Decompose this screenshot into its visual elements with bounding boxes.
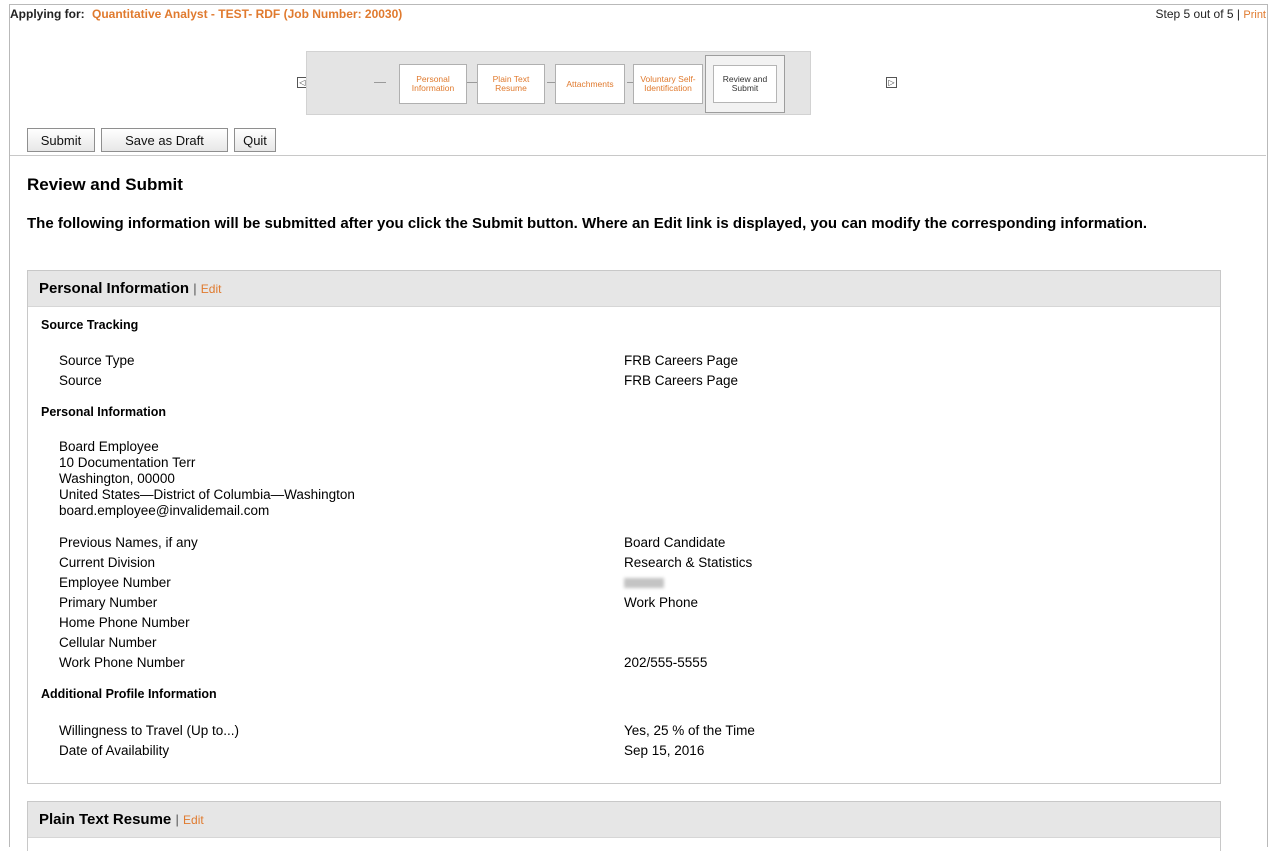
job-title: Quantitative Analyst - TEST- RDF (Job Nu… bbox=[92, 7, 403, 21]
address-line: United States—District of Columbia—Washi… bbox=[59, 487, 355, 502]
field-label: Primary Number bbox=[59, 595, 158, 610]
address-line: 10 Documentation Terr bbox=[59, 455, 196, 470]
plain-text-resume-section: Plain Text Resume | Edit bbox=[27, 801, 1221, 851]
field-label: Home Phone Number bbox=[59, 615, 190, 630]
applying-for-label: Applying for: bbox=[10, 7, 85, 21]
section-separator: | bbox=[175, 812, 179, 827]
wizard-step-label: Attachments bbox=[566, 78, 614, 89]
employee-number-redacted bbox=[624, 575, 664, 592]
field-value: 202/555-5555 bbox=[624, 655, 708, 670]
address-line: Board Employee bbox=[59, 439, 159, 454]
wizard-step-attachments[interactable]: Attachments bbox=[555, 64, 625, 104]
personal-information-heading: Personal Information bbox=[41, 405, 167, 419]
field-value: Work Phone bbox=[624, 595, 699, 610]
section-title: Plain Text Resume bbox=[39, 811, 172, 828]
field-label: Current Division bbox=[59, 555, 156, 570]
page-title: Review and Submit bbox=[27, 175, 183, 194]
field-label: Cellular Number bbox=[59, 635, 157, 650]
wizard-track: Personal Information Plain Text Resume A… bbox=[306, 51, 811, 115]
wizard-next-icon[interactable]: ▷ bbox=[886, 77, 897, 88]
application-header: Applying for: Quantitative Analyst - TES… bbox=[10, 7, 1266, 23]
print-link[interactable]: Print bbox=[1243, 9, 1266, 21]
wizard-step-personal-information[interactable]: Personal Information bbox=[399, 64, 467, 104]
personal-information-section: Personal Information | Edit Source Track… bbox=[27, 270, 1221, 784]
field-label: Source bbox=[59, 373, 102, 388]
field-value: Research & Statistics bbox=[624, 555, 753, 570]
field-value: Board Candidate bbox=[624, 535, 726, 550]
step-text: Step 5 out of 5 | bbox=[1155, 7, 1241, 21]
wizard-step-current-box: Review and Submit bbox=[713, 65, 777, 103]
section-header: Personal Information | Edit bbox=[28, 271, 1220, 307]
field-label: Previous Names, if any bbox=[59, 535, 198, 550]
field-value: Sep 15, 2016 bbox=[624, 743, 705, 758]
source-tracking-heading: Source Tracking bbox=[41, 318, 139, 332]
field-label: Work Phone Number bbox=[59, 655, 185, 670]
field-value: FRB Careers Page bbox=[624, 373, 739, 388]
step-connector bbox=[374, 82, 386, 83]
page-intro: The following information will be submit… bbox=[27, 215, 1148, 232]
wizard-step-label: Review and Submit bbox=[722, 74, 768, 93]
field-label: Source Type bbox=[59, 353, 135, 368]
wizard-step-plain-text-resume[interactable]: Plain Text Resume bbox=[477, 64, 545, 104]
plain-text-resume-edit-link[interactable]: Edit bbox=[183, 813, 204, 827]
personal-information-edit-link[interactable]: Edit bbox=[201, 282, 222, 296]
section-header: Plain Text Resume | Edit bbox=[28, 802, 1220, 838]
step-indicator: Step 5 out of 5 | Print bbox=[1156, 7, 1266, 21]
additional-profile-heading: Additional Profile Information bbox=[41, 687, 217, 701]
address-line: Washington, 00000 bbox=[59, 471, 175, 486]
field-value: Yes, 25 % of the Time bbox=[624, 723, 755, 738]
wizard-step-label: Personal Information bbox=[411, 74, 455, 93]
field-label: Employee Number bbox=[59, 575, 171, 590]
address-block: Board Employee 10 Documentation Terr Was… bbox=[59, 439, 355, 519]
progress-wizard: ◁ Personal Information Plain Text Resume… bbox=[297, 51, 817, 116]
quit-button[interactable]: Quit bbox=[234, 128, 276, 152]
step-connector bbox=[467, 82, 477, 83]
wizard-step-label: Voluntary Self-Identification bbox=[640, 74, 696, 93]
section-separator: | bbox=[193, 281, 197, 296]
email-text: board.employee@invalidemail.com bbox=[59, 503, 270, 518]
field-value: FRB Careers Page bbox=[624, 353, 739, 368]
wizard-step-voluntary-self-identification[interactable]: Voluntary Self-Identification bbox=[633, 64, 703, 104]
field-label: Date of Availability bbox=[59, 743, 170, 758]
wizard-step-label: Plain Text Resume bbox=[492, 74, 530, 93]
toolbar-divider bbox=[10, 155, 1266, 156]
save-as-draft-button[interactable]: Save as Draft bbox=[101, 128, 228, 152]
submit-button[interactable]: Submit bbox=[27, 128, 95, 152]
section-title: Personal Information bbox=[39, 280, 190, 297]
wizard-step-review-and-submit: Review and Submit bbox=[705, 55, 785, 113]
field-label: Willingness to Travel (Up to...) bbox=[59, 723, 240, 738]
